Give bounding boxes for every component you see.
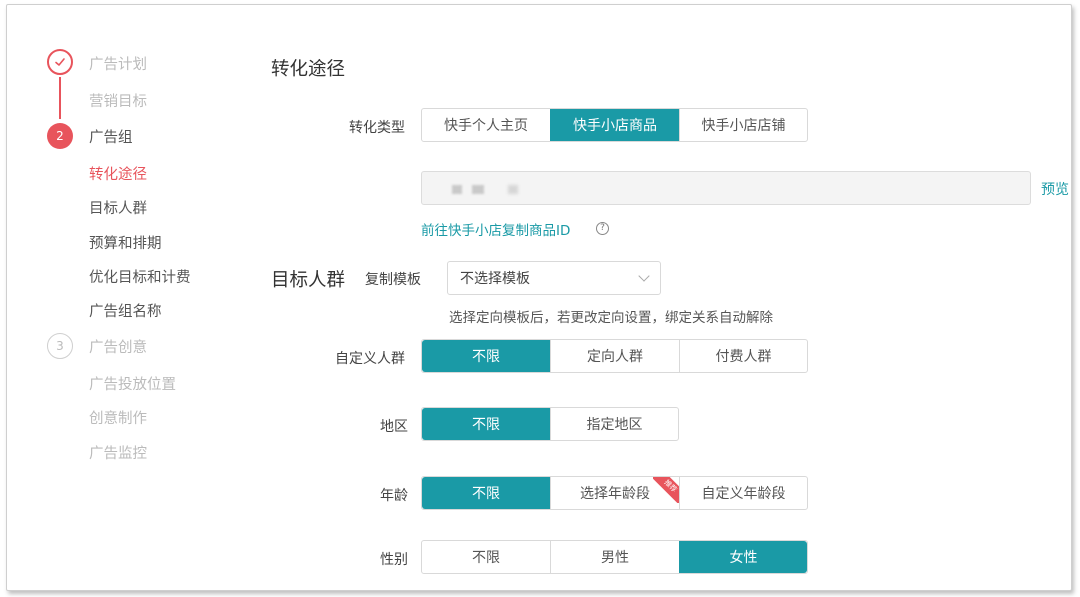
step-3-circle: 3: [47, 333, 73, 359]
redacted-text: [472, 185, 484, 194]
custom-option-paid[interactable]: 付费人群: [679, 340, 807, 372]
conversion-type-label: 转化类型: [349, 120, 405, 136]
step-connector: [59, 77, 61, 119]
section-title-conversion: 转化途径: [271, 59, 346, 80]
option-shop-store[interactable]: 快手小店店铺: [679, 109, 807, 141]
step-1-circle: [47, 49, 73, 75]
sidebar-step-plan[interactable]: 广告计划: [89, 53, 147, 74]
option-personal-homepage[interactable]: 快手个人主页: [422, 109, 550, 141]
sidebar-item-optimization[interactable]: 优化目标和计费: [89, 266, 191, 287]
age-option-custom[interactable]: 自定义年龄段: [679, 477, 807, 509]
gender-option-female[interactable]: 女性: [679, 541, 807, 573]
sidebar-item-placement[interactable]: 广告投放位置: [89, 373, 176, 394]
region-selector: 不限 指定地区: [421, 407, 679, 441]
redacted-text: [508, 185, 518, 194]
sidebar-item-monitor[interactable]: 广告监控: [89, 442, 147, 463]
sidebar-item-conversion[interactable]: 转化途径: [89, 163, 147, 184]
copy-product-id-link[interactable]: 前往快手小店复制商品ID: [421, 219, 570, 239]
template-label: 复制模板: [365, 272, 421, 288]
sidebar-step-creative[interactable]: 广告创意: [89, 336, 147, 357]
age-option-range-label: 选择年龄段: [580, 486, 650, 502]
conversion-type-selector: 快手个人主页 快手小店商品 快手小店店铺: [421, 108, 808, 142]
custom-audience-label: 自定义人群: [335, 351, 405, 367]
region-label: 地区: [380, 419, 408, 435]
age-selector: 不限 选择年龄段 推荐 自定义年龄段: [421, 476, 808, 510]
custom-option-unlimited[interactable]: 不限: [422, 340, 550, 372]
preview-link[interactable]: 预览: [1041, 179, 1069, 199]
gender-option-unlimited[interactable]: 不限: [422, 541, 550, 573]
gender-option-male[interactable]: 男性: [550, 541, 679, 573]
region-option-unlimited[interactable]: 不限: [422, 408, 550, 440]
section-title-audience: 目标人群: [271, 270, 346, 291]
custom-audience-selector: 不限 定向人群 付费人群: [421, 339, 808, 373]
app-window: 广告计划 营销目标 2 广告组 转化途径 目标人群 预算和排期 优化目标和计费 …: [6, 4, 1072, 591]
step-2-circle: 2: [47, 123, 73, 149]
product-id-input[interactable]: [421, 171, 1031, 205]
gender-label: 性别: [380, 552, 408, 568]
sidebar-step-group[interactable]: 广告组: [89, 126, 133, 147]
template-select[interactable]: 不选择模板: [447, 261, 661, 295]
sidebar-item-marketing-goal[interactable]: 营销目标: [89, 90, 147, 111]
age-option-range[interactable]: 选择年龄段 推荐: [550, 477, 679, 509]
region-option-specified[interactable]: 指定地区: [550, 408, 678, 440]
help-icon[interactable]: ?: [596, 222, 609, 235]
chevron-down-icon: [638, 270, 650, 282]
check-icon: [55, 58, 65, 66]
custom-option-targeted[interactable]: 定向人群: [550, 340, 679, 372]
redacted-text: [452, 185, 462, 194]
age-option-unlimited[interactable]: 不限: [422, 477, 550, 509]
option-shop-product[interactable]: 快手小店商品: [550, 109, 679, 141]
sidebar-item-group-name[interactable]: 广告组名称: [89, 300, 162, 321]
gender-selector: 不限 男性 女性: [421, 540, 808, 574]
sidebar-item-audience[interactable]: 目标人群: [89, 197, 147, 218]
template-hint: 选择定向模板后，若更改定向设置，绑定关系自动解除: [449, 310, 773, 326]
sidebar-item-creative-make[interactable]: 创意制作: [89, 407, 147, 428]
template-select-value: 不选择模板: [460, 271, 530, 287]
recommend-badge: 推荐: [653, 477, 679, 503]
age-label: 年龄: [380, 488, 408, 504]
sidebar-item-budget[interactable]: 预算和排期: [89, 232, 162, 253]
recommend-badge-text: 推荐: [653, 477, 679, 503]
